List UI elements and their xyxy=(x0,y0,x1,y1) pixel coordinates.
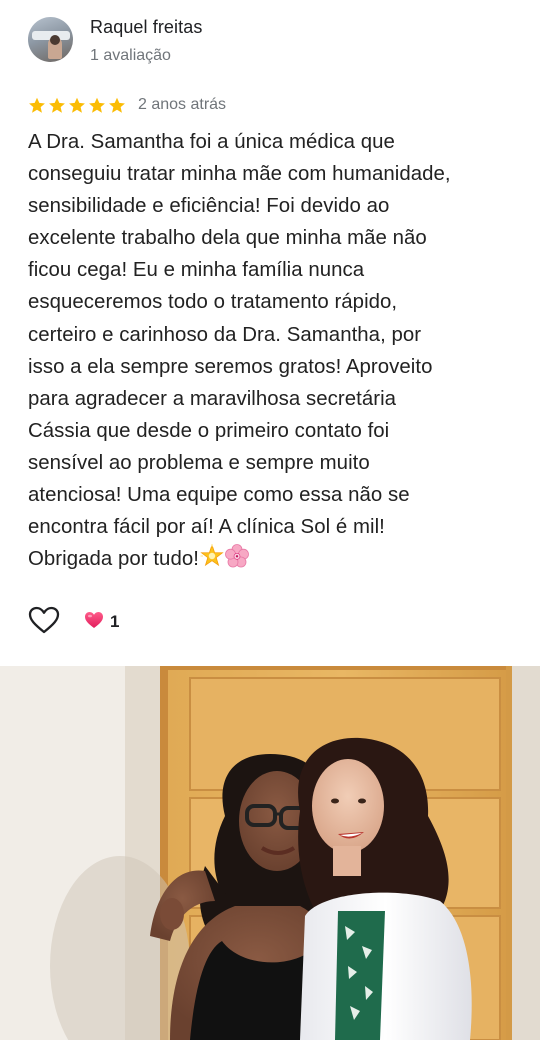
review-actions: 1 xyxy=(28,606,119,639)
like-button[interactable] xyxy=(28,606,60,639)
review-date: 2 anos atrás xyxy=(138,96,227,113)
review-line: A Dra. Samantha foi a única médica que xyxy=(28,131,395,153)
review-line: para agradecer a maravilhosa secretária xyxy=(28,387,397,410)
review-line: encontra fácil por aí! A clínica Sol é m… xyxy=(28,516,385,539)
star-icon xyxy=(89,97,105,113)
review-line: sensibilidade e eficiência! Foi devido a… xyxy=(28,195,390,218)
review-page: Raquel freitas 1 avaliação 2 anos atrás … xyxy=(0,0,540,1040)
review-line: atenciosa! Uma equipe como essa não se xyxy=(28,484,410,507)
review-line: ficou cega! Eu e minha família nunca xyxy=(28,259,365,282)
reaction-count: 1 xyxy=(110,612,120,631)
review-text: A Dra. Samantha foi a única médica que c… xyxy=(28,126,518,578)
reviewer-review-count: 1 avaliação xyxy=(90,47,171,64)
review-card: Raquel freitas 1 avaliação 2 anos atrás … xyxy=(0,0,540,666)
star-icon xyxy=(49,97,65,113)
reviewer-name[interactable]: Raquel freitas xyxy=(90,17,202,38)
reaction-summary[interactable]: 1 xyxy=(84,611,119,634)
heart-outline-icon xyxy=(28,606,60,639)
review-line: Obrigada por tudo! xyxy=(28,548,199,571)
rating-row: 2 anos atrás xyxy=(27,95,226,115)
star-rating xyxy=(27,96,127,115)
review-line: isso a ela sempre seremos gratos! Aprove… xyxy=(28,355,433,378)
review-line: certeiro e carinhoso da Dra. Samantha, p… xyxy=(28,323,422,346)
review-line: conseguiu tratar minha mãe com humanidad… xyxy=(28,163,451,186)
cherry-blossom-emoji xyxy=(224,544,250,578)
red-heart-icon xyxy=(84,611,104,634)
star-icon xyxy=(109,97,125,113)
review-line: sensível ao problema e sempre muito xyxy=(28,451,370,474)
star-icon xyxy=(29,97,45,113)
star-icon xyxy=(69,97,85,113)
review-photo[interactable] xyxy=(0,666,540,1040)
review-line: Cássia que desde o primeiro contato foi xyxy=(28,419,390,442)
review-line: esqueceremos todo o tratamento rápido, xyxy=(28,291,398,314)
glowing-star-emoji xyxy=(200,543,224,578)
avatar[interactable] xyxy=(28,17,73,62)
review-line: excelente trabalho dela que minha mãe nã… xyxy=(28,227,427,250)
review-line-last: Obrigada por tudo! xyxy=(28,543,518,578)
photo-two-women xyxy=(0,666,540,1040)
